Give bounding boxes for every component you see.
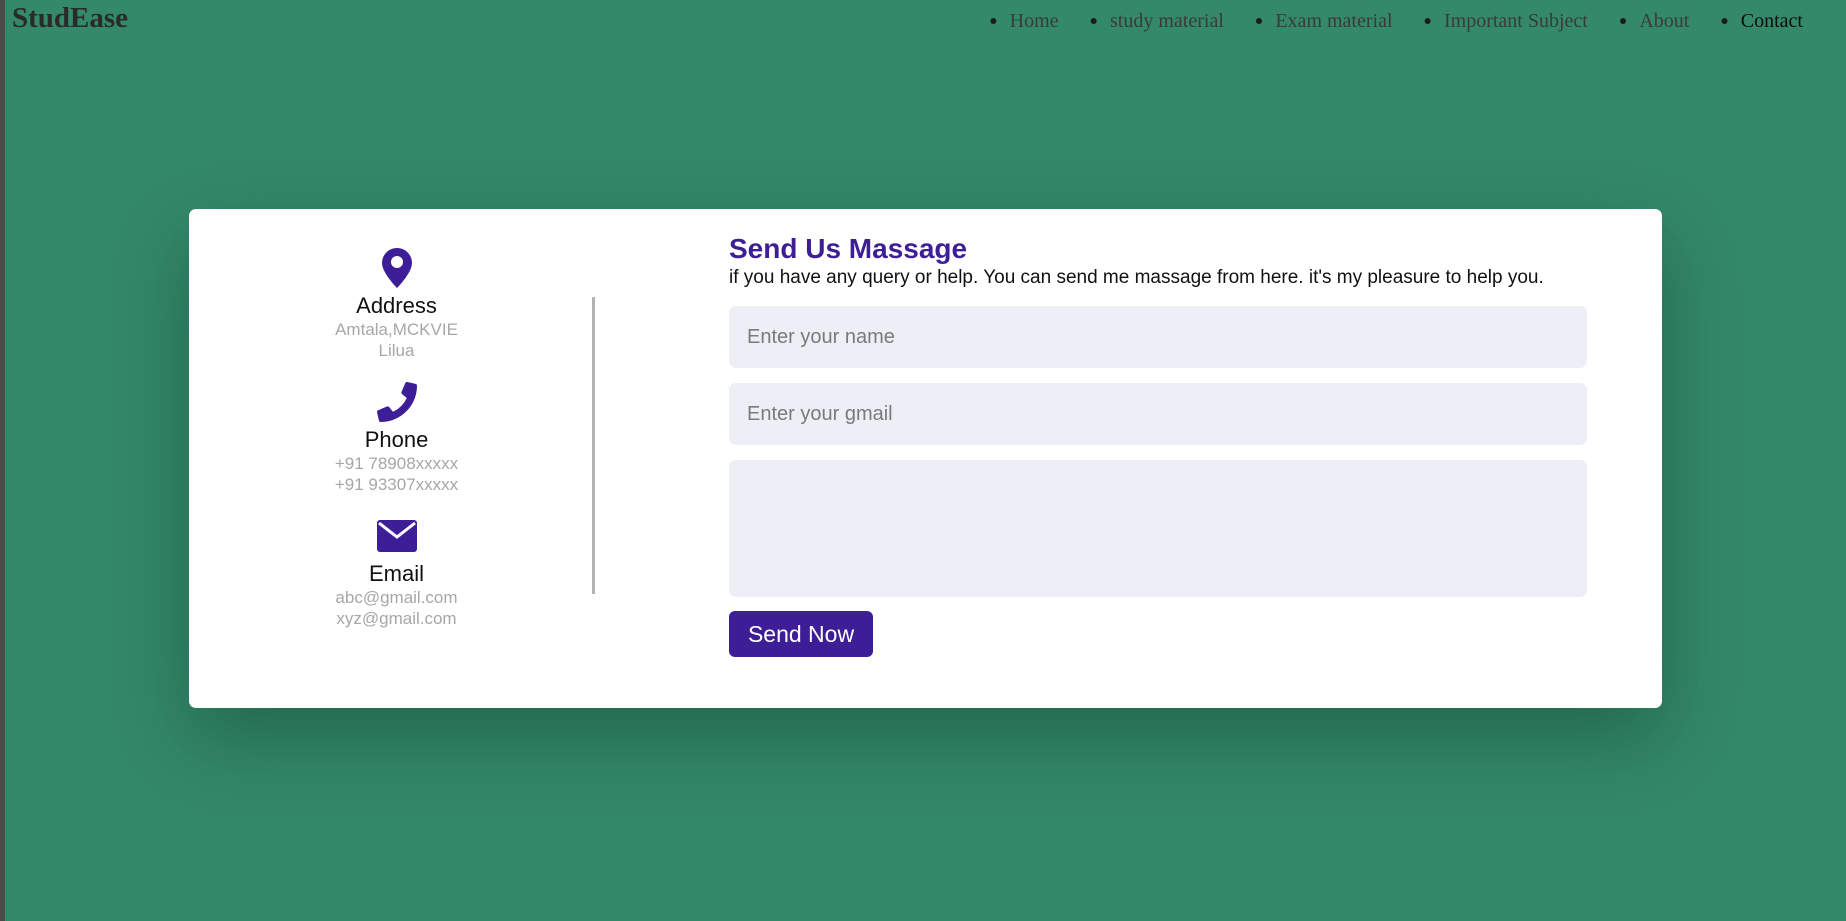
bullet-icon: ● [1618, 13, 1628, 29]
nav-item-study-material: ● study material [1090, 10, 1224, 33]
top-nav: ● Home ● study material ● Exam material ● Im… [958, 10, 1803, 33]
address-line: Amtala,MCKVIE [335, 320, 458, 339]
nav-link-study-material[interactable]: study material [1110, 10, 1224, 33]
nav-link-home[interactable]: Home [1010, 10, 1059, 33]
nav-item-important-subject: ● Important Subject [1424, 10, 1588, 33]
address-title: Address [356, 293, 437, 318]
send-now-button[interactable]: Send Now [729, 611, 873, 657]
nav-link-important-subject[interactable]: Important Subject [1444, 10, 1588, 33]
map-pin-icon [289, 247, 504, 289]
phone-line: +91 93307xxxxx [334, 475, 459, 494]
bullet-icon: ● [1720, 13, 1729, 29]
brand-logo[interactable]: StudEase [12, 2, 128, 35]
nav-link-contact[interactable]: Contact [1741, 10, 1803, 33]
email-line: abc@gmail.com [335, 588, 458, 607]
name-input[interactable] [729, 306, 1587, 368]
nav-item-contact: ● Contact [1720, 10, 1803, 33]
contact-info: Address Amtala,MCKVIE Lilua Phone +91 78… [289, 247, 504, 649]
contact-card: Address Amtala,MCKVIE Lilua Phone +91 78… [189, 209, 1662, 708]
email-block: Email abc@gmail.com xyz@gmail.com [289, 515, 504, 629]
nav-item-about: ● About [1619, 10, 1689, 33]
address-block: Address Amtala,MCKVIE Lilua [289, 247, 504, 361]
email-input[interactable] [729, 383, 1587, 445]
vertical-divider [592, 297, 595, 594]
nav-item-home: ● Home [989, 10, 1058, 33]
email-title: Email [368, 561, 424, 586]
form-title: Send Us Massage [729, 233, 968, 264]
email-line: xyz@gmail.com [336, 609, 457, 628]
nav-link-exam-material[interactable]: Exam material [1275, 10, 1392, 33]
phone-icon [289, 381, 504, 423]
bullet-icon: ● [989, 13, 998, 29]
envelope-icon [289, 515, 504, 557]
bullet-icon: ● [1254, 13, 1264, 29]
form-subtitle: if you have any query or help. You can s… [729, 267, 1544, 288]
nav-link-about[interactable]: About [1639, 10, 1689, 33]
message-form: Send Us Massage if you have any query or… [729, 232, 1587, 657]
nav-item-exam-material: ● Exam material [1255, 10, 1393, 33]
bullet-icon: ● [1423, 13, 1432, 29]
window-left-edge [0, 0, 5, 921]
phone-block: Phone +91 78908xxxxx +91 93307xxxxx [289, 381, 504, 495]
phone-title: Phone [364, 427, 429, 452]
bullet-icon: ● [1089, 13, 1099, 29]
address-line: Lilua [378, 341, 415, 360]
phone-line: +91 78908xxxxx [334, 454, 459, 473]
message-textarea[interactable] [729, 460, 1587, 597]
